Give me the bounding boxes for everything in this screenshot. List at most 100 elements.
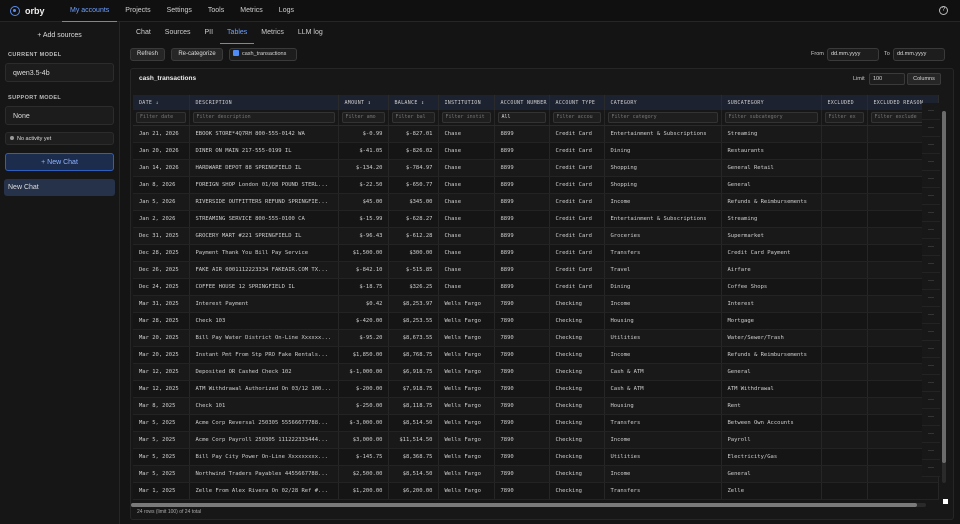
row-more-icon[interactable]: ··· xyxy=(922,239,940,256)
table-row[interactable]: Mar 20, 2025 Bill Pay Water District On-L… xyxy=(133,329,939,347)
nav-settings[interactable]: Settings xyxy=(159,0,200,22)
column-filter-input[interactable]: Filter description xyxy=(192,111,335,123)
row-more-icon[interactable]: ··· xyxy=(922,324,940,341)
table-row[interactable]: Mar 5, 2025 Acme Corp Payroll 250305 1112… xyxy=(133,431,939,449)
checkbox-checked-icon[interactable] xyxy=(233,49,239,56)
row-more-icon[interactable]: ··· xyxy=(922,460,940,477)
table-row[interactable]: Mar 5, 2025 Bill Pay City Power On-Line X… xyxy=(133,448,939,466)
row-more-icon[interactable]: ··· xyxy=(922,256,940,273)
column-header[interactable]: ACCOUNT TYPE xyxy=(549,95,605,110)
column-header[interactable]: ACCOUNT NUMBER xyxy=(494,95,550,110)
help-icon[interactable]: ? xyxy=(939,6,948,15)
columns-button[interactable]: Columns xyxy=(907,73,941,85)
row-more-icon[interactable]: ··· xyxy=(922,290,940,307)
table-row[interactable]: Dec 28, 2025 Payment Thank You Bill Pay S… xyxy=(133,244,939,262)
table-cell: $11,514.50 xyxy=(388,431,439,449)
column-filter-input[interactable]: All xyxy=(497,111,546,123)
row-more-icon[interactable]: ··· xyxy=(922,120,940,137)
tab-tables[interactable]: Tables xyxy=(220,22,255,44)
tab-sources[interactable]: Sources xyxy=(158,22,198,44)
row-more-icon[interactable]: ··· xyxy=(922,426,940,443)
row-more-icon[interactable]: ··· xyxy=(922,307,940,324)
column-header[interactable]: DATE ↓ xyxy=(133,95,190,110)
column-filter-input[interactable]: Filter subcategory xyxy=(724,111,818,123)
table-row[interactable]: Mar 31, 2025 Interest Payment $0.42 $8,253.… xyxy=(133,295,939,313)
table-row[interactable]: Mar 12, 2025 ATM Withdrawal Authorized On… xyxy=(133,380,939,398)
from-date-input[interactable]: dd.mm.yyyy xyxy=(827,48,879,61)
tab-pii[interactable]: PII xyxy=(197,22,220,44)
tab-metrics[interactable]: Metrics xyxy=(254,22,291,44)
table-row[interactable]: Jan 5, 2026 RIVERSIDE OUTFITTERS REFUND S… xyxy=(133,193,939,211)
table-row[interactable]: Mar 5, 2025 Acme Corp Reversal 250305 555… xyxy=(133,414,939,432)
table-row[interactable]: Jan 8, 2026 FOREIGN SHOP London 01/08 POU… xyxy=(133,176,939,194)
row-more-icon[interactable]: ··· xyxy=(922,443,940,460)
table-row[interactable]: Jan 20, 2026 DINER ON MAIN 217-555-0199 I… xyxy=(133,142,939,160)
column-filter-input[interactable]: Filter ex xyxy=(824,111,864,123)
limit-input[interactable]: 100 xyxy=(869,73,905,85)
column-header[interactable]: SUBCATEGORY xyxy=(721,95,822,110)
horizontal-scroll-thumb[interactable] xyxy=(131,503,917,507)
table-row[interactable]: Dec 31, 2025 GROCERY MART #221 SPRINGFIEL… xyxy=(133,227,939,245)
row-more-icon[interactable]: ··· xyxy=(922,137,940,154)
vertical-scroll-thumb[interactable] xyxy=(942,111,946,463)
nav-projects[interactable]: Projects xyxy=(117,0,158,22)
add-sources-button[interactable]: + Add sources xyxy=(0,32,119,39)
current-model-select[interactable]: qwen3.5-4b xyxy=(5,63,114,82)
table-cell: $-41.05 xyxy=(338,142,389,160)
table-row[interactable]: Mar 20, 2025 Instant Pmt From Stp PRO Fak… xyxy=(133,346,939,364)
row-more-icon[interactable]: ··· xyxy=(922,188,940,205)
table-row[interactable]: Jan 14, 2026 HARDWARE DEPOT 88 SPRINGFIEL… xyxy=(133,159,939,177)
refresh-button[interactable]: Refresh xyxy=(130,48,165,61)
row-more-icon[interactable]: ··· xyxy=(922,409,940,426)
recategorize-button[interactable]: Re-categorize xyxy=(171,48,223,61)
nav-tools[interactable]: Tools xyxy=(200,0,232,22)
row-more-icon[interactable]: ··· xyxy=(922,273,940,290)
row-more-icon[interactable]: ··· xyxy=(922,154,940,171)
table-cell: Check 101 xyxy=(189,397,339,415)
column-header[interactable]: BALANCE ↕ xyxy=(388,95,439,110)
column-header[interactable]: INSTITUTION xyxy=(438,95,495,110)
table-checkbox[interactable]: cash_transactions xyxy=(229,48,297,61)
column-filter-input[interactable]: Filter category xyxy=(607,111,718,123)
to-label: To xyxy=(884,51,890,57)
column-header[interactable]: EXCLUDED xyxy=(821,95,868,110)
to-date-input[interactable]: dd.mm.yyyy xyxy=(893,48,945,61)
column-header[interactable]: AMOUNT ↕ xyxy=(338,95,389,110)
table-row[interactable]: Dec 24, 2025 COFFEE HOUSE 12 SPRINGFIELD … xyxy=(133,278,939,296)
row-more-icon[interactable]: ··· xyxy=(922,103,940,120)
table-row[interactable]: Mar 1, 2025 Zelle From Alex Rivera On 02/… xyxy=(133,482,939,500)
table-cell: Chase xyxy=(438,142,495,160)
table-row[interactable]: Jan 2, 2026 STREAMING SERVICE 800-555-010… xyxy=(133,210,939,228)
column-header[interactable]: CATEGORY xyxy=(604,95,722,110)
nav-logs[interactable]: Logs xyxy=(271,0,302,22)
row-more-icon[interactable]: ··· xyxy=(922,358,940,375)
row-more-icon[interactable]: ··· xyxy=(922,392,940,409)
column-filter-input[interactable]: Filter amo xyxy=(341,111,385,123)
table-cell: Wells Fargo xyxy=(438,295,495,313)
tab-llm-log[interactable]: LLM log xyxy=(291,22,330,44)
table-row[interactable]: Dec 26, 2025 FAKE AIR 0001112223334 FAKEA… xyxy=(133,261,939,279)
row-more-icon[interactable]: ··· xyxy=(922,222,940,239)
table-row[interactable]: Mar 8, 2025 Check 101 $-250.00 $8,118.75 Wel… xyxy=(133,397,939,415)
nav-my-accounts[interactable]: My accounts xyxy=(62,0,118,22)
table-row[interactable]: Mar 5, 2025 Northwind Traders Payables 44… xyxy=(133,465,939,483)
row-more-icon[interactable]: ··· xyxy=(922,341,940,358)
chat-list-item[interactable]: New Chat xyxy=(4,179,115,196)
column-header[interactable]: DESCRIPTION xyxy=(189,95,339,110)
table-row[interactable]: Mar 28, 2025 Check 103 $-420.00 $8,253.55 We… xyxy=(133,312,939,330)
table-row[interactable]: Jan 21, 2026 EBOOK STORE*4Q7RH 800-555-01… xyxy=(133,125,939,143)
support-model-select[interactable]: None xyxy=(5,106,114,125)
app-logo[interactable]: orby xyxy=(10,5,60,16)
row-more-icon[interactable]: ··· xyxy=(922,375,940,392)
row-more-icon[interactable]: ··· xyxy=(922,205,940,222)
column-filter-input[interactable]: Filter instit xyxy=(441,111,491,123)
table-cell: Wells Fargo xyxy=(438,312,495,330)
column-filter-input[interactable]: Filter accou xyxy=(552,111,601,123)
column-filter-input[interactable]: Filter date xyxy=(136,111,186,123)
nav-metrics[interactable]: Metrics xyxy=(232,0,271,22)
table-row[interactable]: Mar 12, 2025 Deposited OR Cashed Check 10… xyxy=(133,363,939,381)
row-more-icon[interactable]: ··· xyxy=(922,171,940,188)
column-filter-input[interactable]: Filter bal xyxy=(391,111,435,123)
new-chat-button[interactable]: + New Chat xyxy=(5,153,114,171)
tab-chat[interactable]: Chat xyxy=(129,22,158,44)
